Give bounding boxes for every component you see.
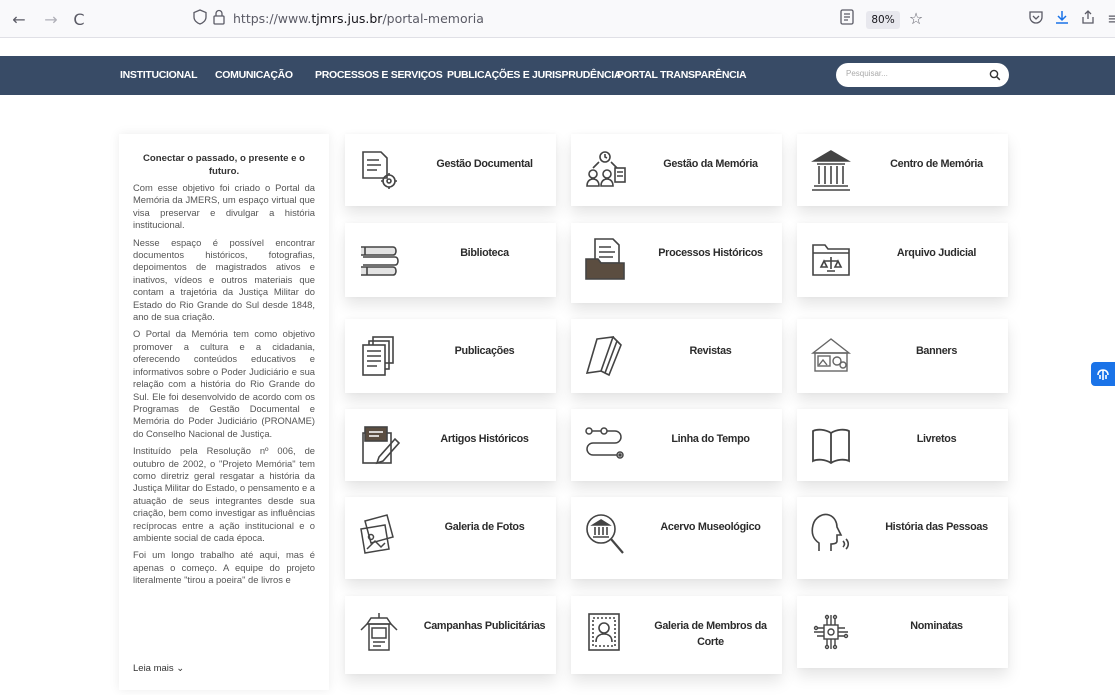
shield-icon (193, 9, 207, 25)
tile-label: Revistas (689, 345, 732, 357)
intro-paragraph: O Portal da Memória tem como objetivo pr… (133, 328, 315, 439)
article-pen-icon (357, 423, 401, 467)
publications-stack-icon (357, 333, 401, 377)
tile-label: Arquivo Judicial (896, 247, 977, 259)
nav-publicacoes-jurisprudencia[interactable]: PUBLICAÇÕES E JURISPRUDÊNCIA (447, 69, 622, 81)
address-bar[interactable]: https://www.tjmrs.jus.br/portal-memoria (185, 5, 925, 33)
reload-button[interactable]: C (68, 9, 90, 31)
photo-gallery-icon (357, 511, 401, 555)
museum-magnifier-icon (583, 511, 627, 555)
tile-label: Biblioteca (460, 247, 509, 259)
tile-label: Artigos Históricos (440, 433, 529, 445)
tile-label: Galeria de Fotos (444, 521, 525, 533)
tile-galeria-membros[interactable]: Galeria de Membros da Corte (571, 596, 782, 674)
tile-label: Banners (915, 345, 958, 357)
tile-arquivo-judicial[interactable]: Arquivo Judicial (797, 223, 1008, 297)
tile-centro-memoria[interactable]: Centro de Memória (797, 134, 1008, 206)
nav-processos-servicos[interactable]: PROCESSOS E SERVIÇOS (315, 69, 443, 81)
tile-gestao-documental[interactable]: Gestão Documental (345, 134, 556, 206)
folder-documents-icon (583, 237, 627, 281)
campaign-poster-icon (357, 610, 401, 654)
reader-view-icon[interactable] (840, 9, 860, 25)
intro-paragraph: Instituído pela Resolução nº 006, de out… (133, 445, 315, 543)
speaking-head-icon (809, 511, 853, 555)
nav-portal-transparencia[interactable]: PORTAL TRANSPARÊNCIA (617, 69, 747, 81)
read-more-link[interactable]: Leia mais ⌄ (133, 663, 184, 674)
magazines-icon (583, 333, 627, 377)
tile-label: Linha do Tempo (671, 433, 750, 445)
search-input[interactable]: Pesquisar... (836, 63, 1009, 87)
tile-label: Gestão Documental (436, 158, 533, 170)
tile-linha-do-tempo[interactable]: Linha do Tempo (571, 409, 782, 481)
intro-card: Conectar o passado, o presente e o futur… (119, 134, 329, 690)
tile-galeria-fotos[interactable]: Galeria de Fotos (345, 497, 556, 579)
tile-label: Publicações (454, 345, 515, 357)
member-portrait-icon (583, 610, 627, 654)
intro-title: Conectar o passado, o presente e o futur… (142, 153, 306, 177)
tile-label: Acervo Museológico (660, 521, 761, 533)
accessibility-widget[interactable] (1091, 362, 1115, 386)
browser-toolbar: ← → C https://www.tjmrs.jus.br/portal-me… (0, 0, 1115, 38)
tile-label: Processos Históricos (658, 247, 763, 259)
zoom-level[interactable]: 80% (866, 11, 900, 29)
tile-label: Livretos (916, 433, 957, 445)
tile-revistas[interactable]: Revistas (571, 319, 782, 393)
open-book-icon (809, 423, 853, 467)
text-fade (119, 630, 329, 690)
star-bookmark-icon[interactable]: ☆ (906, 9, 926, 28)
tile-gestao-memoria[interactable]: Gestão da Memória (571, 134, 782, 206)
intro-paragraph: Nesse espaço é possível encontrar docume… (133, 236, 315, 323)
tile-label: Campanhas Publicitárias (423, 620, 546, 632)
tile-processos-historicos[interactable]: Processos Históricos (571, 223, 782, 303)
download-icon[interactable] (1054, 9, 1074, 25)
tile-publicacoes[interactable]: Publicações (345, 319, 556, 393)
pocket-icon[interactable] (1028, 9, 1048, 25)
forward-button[interactable]: → (40, 9, 62, 31)
folder-scales-icon (809, 237, 853, 281)
tile-nominatas[interactable]: Nominatas (797, 596, 1008, 668)
url-text: https://www.tjmrs.jus.br/portal-memoria (233, 11, 484, 26)
tile-label: Galeria de Membros da Corte (654, 620, 767, 648)
tile-label: História das Pessoas (885, 521, 988, 533)
tile-label: Centro de Memória (890, 158, 983, 170)
menu-icon[interactable]: ≡ (1104, 9, 1115, 28)
timeline-icon (583, 423, 627, 467)
share-icon[interactable] (1080, 9, 1100, 25)
lock-icon (213, 9, 225, 25)
tile-livretos[interactable]: Livretos (797, 409, 1008, 481)
tile-biblioteca[interactable]: Biblioteca (345, 223, 556, 297)
intro-paragraph: Com esse objetivo foi criado o Portal da… (133, 182, 315, 231)
nav-institucional[interactable]: INSTITUCIONAL (120, 69, 197, 81)
tile-label: Gestão da Memória (663, 158, 758, 170)
books-stack-icon (357, 237, 401, 281)
search-placeholder: Pesquisar... (846, 69, 888, 78)
nav-comunicacao[interactable]: COMUNICAÇÃO (215, 69, 293, 81)
network-chip-icon (809, 610, 853, 654)
tile-banners[interactable]: Banners (797, 319, 1008, 393)
tile-label: Nominatas (910, 620, 963, 632)
search-icon[interactable] (989, 66, 1001, 81)
tile-campanhas-publicitarias[interactable]: Campanhas Publicitárias (345, 596, 556, 674)
back-button[interactable]: ← (8, 9, 30, 31)
banner-picture-icon (809, 333, 853, 377)
intro-paragraph: Foi um longo trabalho até aqui, mas é ap… (133, 549, 315, 586)
tile-artigos-historicos[interactable]: Artigos Históricos (345, 409, 556, 481)
tile-acervo-museologico[interactable]: Acervo Museológico (571, 497, 782, 579)
tile-historia-pessoas[interactable]: História das Pessoas (797, 497, 1008, 579)
institution-building-icon (809, 148, 853, 192)
document-gear-icon (357, 148, 401, 192)
people-memory-icon (583, 148, 627, 192)
